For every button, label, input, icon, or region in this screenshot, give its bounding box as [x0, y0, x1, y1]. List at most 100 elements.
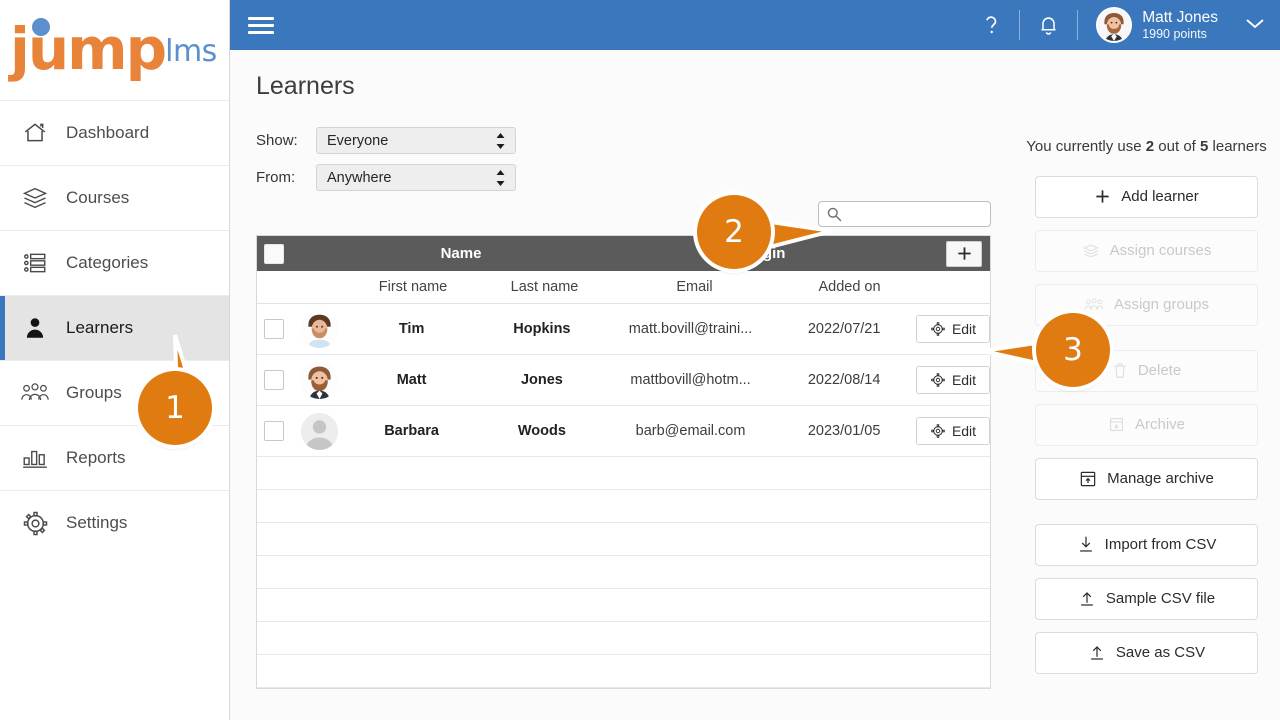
user-points: 1990 points [1142, 26, 1207, 41]
edit-button[interactable]: Edit [916, 417, 990, 445]
filter-from: From: Anywhere [256, 164, 1001, 191]
actions-panel: You currently use 2 out of 5 learners Ad… [1019, 127, 1274, 689]
callout-number: 3 [1063, 332, 1083, 368]
quota-text: You currently use 2 out of 5 learners [1019, 137, 1274, 158]
page-title: Learners [256, 72, 355, 100]
table-row-empty [257, 523, 990, 556]
quota-prefix: You currently use [1026, 138, 1146, 155]
table-column-header-row: First name Last name Email Added on [257, 271, 990, 304]
column-header-first-name[interactable]: First name [349, 279, 477, 295]
from-label: From: [256, 169, 296, 186]
avatar [1096, 7, 1133, 43]
save-as-csv-button[interactable]: Save as CSV [1035, 631, 1258, 674]
button-label: Sample CSV file [1105, 590, 1216, 608]
button-label: Manage archive [1107, 470, 1214, 488]
manage-archive-button[interactable]: Manage archive [1035, 457, 1258, 500]
cell-email: matt.bovill@traini... [628, 321, 753, 337]
add-column-button[interactable] [946, 240, 982, 267]
gear-icon [931, 424, 945, 438]
logo-secondary-text: lms [165, 33, 217, 69]
callout-3: 3 [1036, 313, 1110, 387]
user-menu[interactable]: Matt Jones 1990 points [1078, 7, 1228, 43]
table-row-empty [257, 589, 990, 622]
trash-icon [1114, 363, 1126, 379]
brand-logo[interactable]: jump lms [0, 0, 229, 100]
cell-added-on: 2023/01/05 [807, 423, 881, 439]
top-bar-right: Matt Jones 1990 points [964, 0, 1266, 50]
row-checkbox[interactable] [263, 370, 284, 390]
cell-first-name: Matt [396, 372, 427, 388]
table-row-empty [257, 622, 990, 655]
select-all-cell [257, 243, 291, 264]
table-row-empty [257, 490, 990, 523]
cell-first-name: Tim [398, 321, 425, 337]
column-header-added-on[interactable]: Added on [777, 279, 922, 295]
sidebar-item-courses[interactable]: Courses [0, 165, 229, 230]
upload-icon [1081, 592, 1093, 606]
table-row-empty [257, 457, 990, 490]
callout-number: 1 [165, 390, 185, 426]
button-label: Save as CSV [1115, 644, 1206, 662]
archive-in-icon [1109, 418, 1123, 432]
quota-used: 2 [1145, 138, 1155, 155]
hamburger-icon[interactable] [248, 13, 274, 38]
cell-email: mattbovill@hotm... [630, 372, 751, 388]
bell-icon[interactable] [1020, 10, 1077, 40]
archive-button: Archive [1035, 403, 1258, 446]
column-header-email[interactable]: Email [612, 279, 777, 295]
cell-added-on: 2022/08/14 [807, 372, 881, 388]
cell-last-name: Hopkins [513, 321, 571, 337]
table-row[interactable]: Tim Hopkins matt.bovill@traini... 2022/0… [257, 304, 990, 355]
row-checkbox[interactable] [263, 319, 284, 339]
show-select-value: Everyone [327, 132, 389, 149]
sidebar-item-label: Dashboard [66, 123, 150, 142]
gear-icon [931, 373, 945, 387]
from-select[interactable]: Anywhere [316, 164, 516, 191]
button-label: Delete [1137, 362, 1182, 380]
sidebar-item-label: Learners [66, 318, 134, 337]
cell-added-on: 2022/07/21 [807, 321, 881, 337]
button-label: Add learner [1121, 188, 1199, 206]
top-bar: Matt Jones 1990 points [230, 0, 1280, 50]
sidebar-item-label: Courses [66, 188, 130, 207]
content-area: Show: Everyone From: Anywhere Name Login… [230, 101, 1280, 689]
table-row-empty [257, 556, 990, 589]
learners-panel: Show: Everyone From: Anywhere Name Login… [256, 127, 1001, 689]
edit-button-label: Edit [951, 423, 977, 439]
show-select[interactable]: Everyone [316, 127, 516, 154]
updown-chevron-icon [494, 131, 507, 151]
assign-courses-button: Assign courses [1035, 229, 1258, 272]
cell-last-name: Woods [517, 423, 566, 439]
column-header-last-name[interactable]: Last name [477, 279, 612, 295]
button-label: Assign courses [1109, 242, 1212, 260]
home-icon [18, 116, 52, 150]
question-mark-icon[interactable] [964, 10, 1019, 40]
sample-csv-file-button[interactable]: Sample CSV file [1035, 577, 1258, 620]
bar-chart-icon [18, 441, 52, 475]
callout-number: 2 [724, 214, 744, 250]
logo-primary-text: jump [10, 15, 167, 84]
row-checkbox[interactable] [263, 421, 284, 441]
download-icon [1079, 536, 1092, 552]
gear-icon [931, 322, 945, 336]
callout-2: 2 [697, 195, 771, 269]
sidebar-item-categories[interactable]: Categories [0, 230, 229, 295]
import-from-csv-button[interactable]: Import from CSV [1035, 523, 1258, 566]
from-select-value: Anywhere [327, 169, 392, 186]
table-row[interactable]: Matt Jones mattbovill@hotm... 2022/08/14… [257, 355, 990, 406]
upload-icon [1091, 646, 1103, 660]
button-label: Archive [1134, 416, 1186, 434]
learners-table: Name Login First name Last name Email Ad… [256, 235, 991, 689]
gear-icon [18, 506, 52, 540]
select-all-checkbox[interactable] [264, 243, 284, 264]
sidebar-item-dashboard[interactable]: Dashboard [0, 100, 229, 165]
button-label: Import from CSV [1104, 536, 1217, 554]
list-icon [18, 246, 52, 280]
cell-last-name: Jones [520, 372, 563, 388]
person-icon [18, 311, 52, 345]
sidebar-item-label: Groups [66, 383, 122, 402]
table-row[interactable]: Barbara Woods barb@email.com 2023/01/05 … [257, 406, 990, 457]
add-learner-button[interactable]: Add learner [1035, 175, 1258, 218]
sidebar-item-settings[interactable]: Settings [0, 490, 229, 555]
chevron-down-icon[interactable] [1244, 16, 1266, 35]
